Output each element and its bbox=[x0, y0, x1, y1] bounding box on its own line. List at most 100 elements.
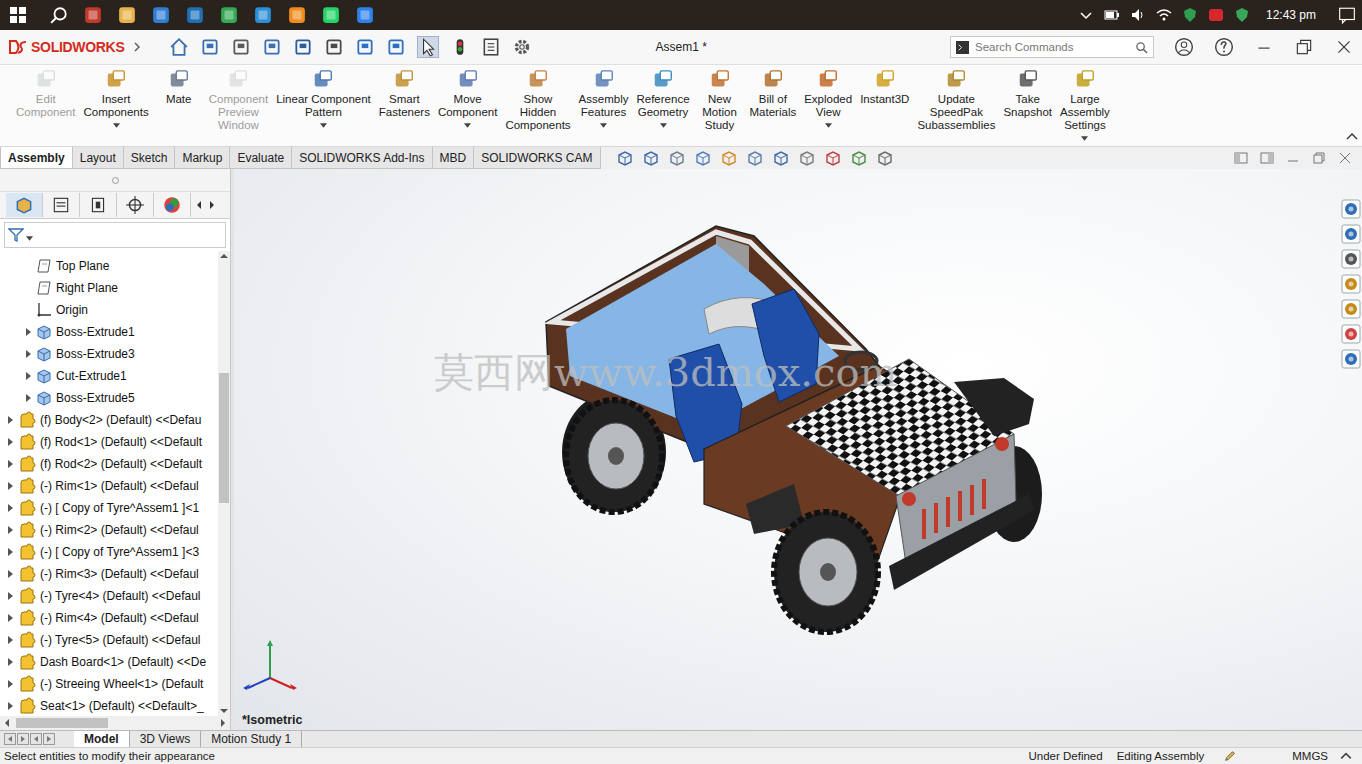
clock[interactable]: 12:43 pm bbox=[1266, 8, 1316, 22]
tray-chevron-icon[interactable] bbox=[1078, 7, 1094, 23]
command-tab[interactable]: Assembly bbox=[0, 147, 73, 169]
view-tool-icon[interactable] bbox=[772, 149, 790, 167]
battery-icon[interactable] bbox=[1104, 7, 1120, 23]
dropdown-arrow-icon[interactable] bbox=[600, 123, 607, 128]
tabs-left-arrow-icon[interactable] bbox=[194, 198, 204, 212]
tree-item[interactable]: Dash Board<1> (Default) <<De bbox=[0, 651, 218, 673]
taskbar-app-icon[interactable] bbox=[84, 6, 102, 24]
restore-icon[interactable] bbox=[1294, 37, 1314, 57]
panel-grip[interactable] bbox=[0, 169, 230, 192]
toolbar-tool-icon[interactable] bbox=[293, 37, 313, 57]
task-pane-icon[interactable] bbox=[1341, 224, 1361, 244]
dropdown-arrow-icon[interactable] bbox=[113, 123, 120, 128]
collapse-ribbon-icon[interactable] bbox=[1346, 132, 1358, 140]
units-menu-icon[interactable] bbox=[1340, 750, 1352, 762]
tab-scroll-icon[interactable] bbox=[30, 733, 42, 745]
tree-item[interactable]: Origin bbox=[0, 299, 218, 321]
search-icon[interactable] bbox=[50, 6, 68, 24]
task-pane-icon[interactable] bbox=[1341, 349, 1361, 369]
view-tool-icon[interactable] bbox=[720, 149, 738, 167]
view-tool-icon[interactable] bbox=[876, 149, 894, 167]
tree-item[interactable]: (-) [ Copy of Tyre^Assem1 ]<3 bbox=[0, 541, 218, 563]
dropdown-arrow-icon[interactable] bbox=[464, 123, 471, 128]
taskbar-app-icon[interactable] bbox=[186, 6, 204, 24]
scroll-down-icon[interactable] bbox=[219, 706, 229, 716]
doc-minimize-icon[interactable] bbox=[1286, 151, 1300, 165]
expand-arrow-icon[interactable] bbox=[6, 459, 14, 469]
view-tool-icon[interactable] bbox=[694, 149, 712, 167]
tile-left-icon[interactable] bbox=[1234, 151, 1248, 165]
command-button[interactable]: LargeAssemblySettings bbox=[1056, 69, 1114, 141]
expand-arrow-icon[interactable] bbox=[24, 327, 32, 337]
tree-item[interactable]: Top Plane bbox=[0, 255, 218, 277]
command-button[interactable]: Mate bbox=[153, 69, 205, 106]
tree-item[interactable]: (f) Rod<1> (Default) <<Default bbox=[0, 431, 218, 453]
help-icon[interactable] bbox=[1214, 37, 1234, 57]
tree-item[interactable]: (-) Tyre<4> (Default) <<Defaul bbox=[0, 585, 218, 607]
scroll-right-icon[interactable] bbox=[218, 718, 228, 728]
command-button[interactable]: Bill ofMaterials bbox=[746, 69, 801, 119]
expand-arrow-icon[interactable] bbox=[6, 525, 14, 535]
scroll-thumb[interactable] bbox=[219, 373, 229, 503]
view-tool-icon[interactable] bbox=[616, 149, 634, 167]
command-button[interactable]: MoveComponent bbox=[434, 69, 501, 128]
dropdown-arrow-icon[interactable] bbox=[825, 123, 832, 128]
expand-arrow-icon[interactable] bbox=[24, 349, 32, 359]
command-button[interactable]: EditComponent bbox=[12, 69, 79, 119]
taskbar-app-icon[interactable] bbox=[220, 6, 238, 24]
expand-arrow-icon[interactable] bbox=[6, 679, 14, 689]
view-tool-icon[interactable] bbox=[746, 149, 764, 167]
toolbar-tool-icon[interactable] bbox=[262, 37, 282, 57]
expand-arrow-icon[interactable] bbox=[6, 437, 14, 447]
expand-arrow-icon[interactable] bbox=[6, 481, 14, 491]
toolbar-tool-icon[interactable] bbox=[386, 37, 406, 57]
filter-dropdown-icon[interactable] bbox=[26, 236, 33, 241]
command-button[interactable]: ShowHiddenComponents bbox=[501, 69, 574, 132]
command-button[interactable]: TakeSnapshot bbox=[999, 69, 1056, 119]
minimize-icon[interactable] bbox=[1254, 37, 1274, 57]
jeep-model[interactable] bbox=[539, 219, 1059, 639]
task-pane-icon[interactable] bbox=[1341, 199, 1361, 219]
tree-item[interactable]: Boss-Extrude3 bbox=[0, 343, 218, 365]
bottom-tab[interactable]: Motion Study 1 bbox=[201, 731, 302, 747]
command-button[interactable]: ReferenceGeometry bbox=[632, 69, 693, 128]
view-tool-icon[interactable] bbox=[824, 149, 842, 167]
expand-arrow-icon[interactable] bbox=[6, 613, 14, 623]
dropdown-arrow-icon[interactable] bbox=[1081, 136, 1088, 141]
tree-item[interactable]: Cut-Extrude1 bbox=[0, 365, 218, 387]
task-pane-icon[interactable] bbox=[1341, 324, 1361, 344]
solidworks-logo[interactable]: SOLIDWORKS bbox=[8, 39, 141, 55]
close-icon[interactable] bbox=[1334, 37, 1354, 57]
dropdown-arrow-icon[interactable] bbox=[320, 123, 327, 128]
taskbar-app-icon[interactable] bbox=[152, 6, 170, 24]
tree-item[interactable]: (-) Rim<2> (Default) <<Defaul bbox=[0, 519, 218, 541]
quick-tips-icon[interactable] bbox=[1224, 750, 1236, 762]
scroll-thumb[interactable] bbox=[16, 718, 108, 728]
taskbar-app-icon[interactable] bbox=[356, 6, 374, 24]
expand-arrow-icon[interactable] bbox=[6, 591, 14, 601]
expand-arrow-icon[interactable] bbox=[6, 569, 14, 579]
file-properties-icon[interactable] bbox=[481, 37, 501, 57]
task-pane-icon[interactable] bbox=[1341, 299, 1361, 319]
expand-arrow-icon[interactable] bbox=[24, 371, 32, 381]
command-button[interactable]: Linear ComponentPattern bbox=[272, 69, 375, 128]
rebuild-icon[interactable] bbox=[450, 37, 470, 57]
options-gear-icon[interactable] bbox=[512, 37, 532, 57]
tree-filter[interactable] bbox=[4, 222, 226, 248]
tree-item[interactable]: (-) Rim<3> (Default) <<Defaul bbox=[0, 563, 218, 585]
tree-item[interactable]: (-) Rim<1> (Default) <<Defaul bbox=[0, 475, 218, 497]
search-commands-field[interactable]: Search Commands bbox=[950, 36, 1154, 58]
notifications-icon[interactable] bbox=[1338, 6, 1356, 24]
bottom-tab[interactable]: Model bbox=[74, 731, 130, 747]
expand-arrow-icon[interactable] bbox=[6, 701, 14, 711]
doc-restore-icon[interactable] bbox=[1312, 151, 1326, 165]
tree-vertical-scrollbar[interactable] bbox=[218, 251, 230, 716]
command-button[interactable]: NewMotionStudy bbox=[694, 69, 746, 132]
tile-right-icon[interactable] bbox=[1260, 151, 1274, 165]
windows-start-icon[interactable] bbox=[10, 7, 26, 23]
task-pane-icon[interactable] bbox=[1341, 274, 1361, 294]
scroll-up-icon[interactable] bbox=[219, 251, 229, 261]
wifi-icon[interactable] bbox=[1156, 7, 1172, 23]
expand-arrow-icon[interactable] bbox=[6, 547, 14, 557]
dropdown-arrow-icon[interactable] bbox=[660, 123, 667, 128]
